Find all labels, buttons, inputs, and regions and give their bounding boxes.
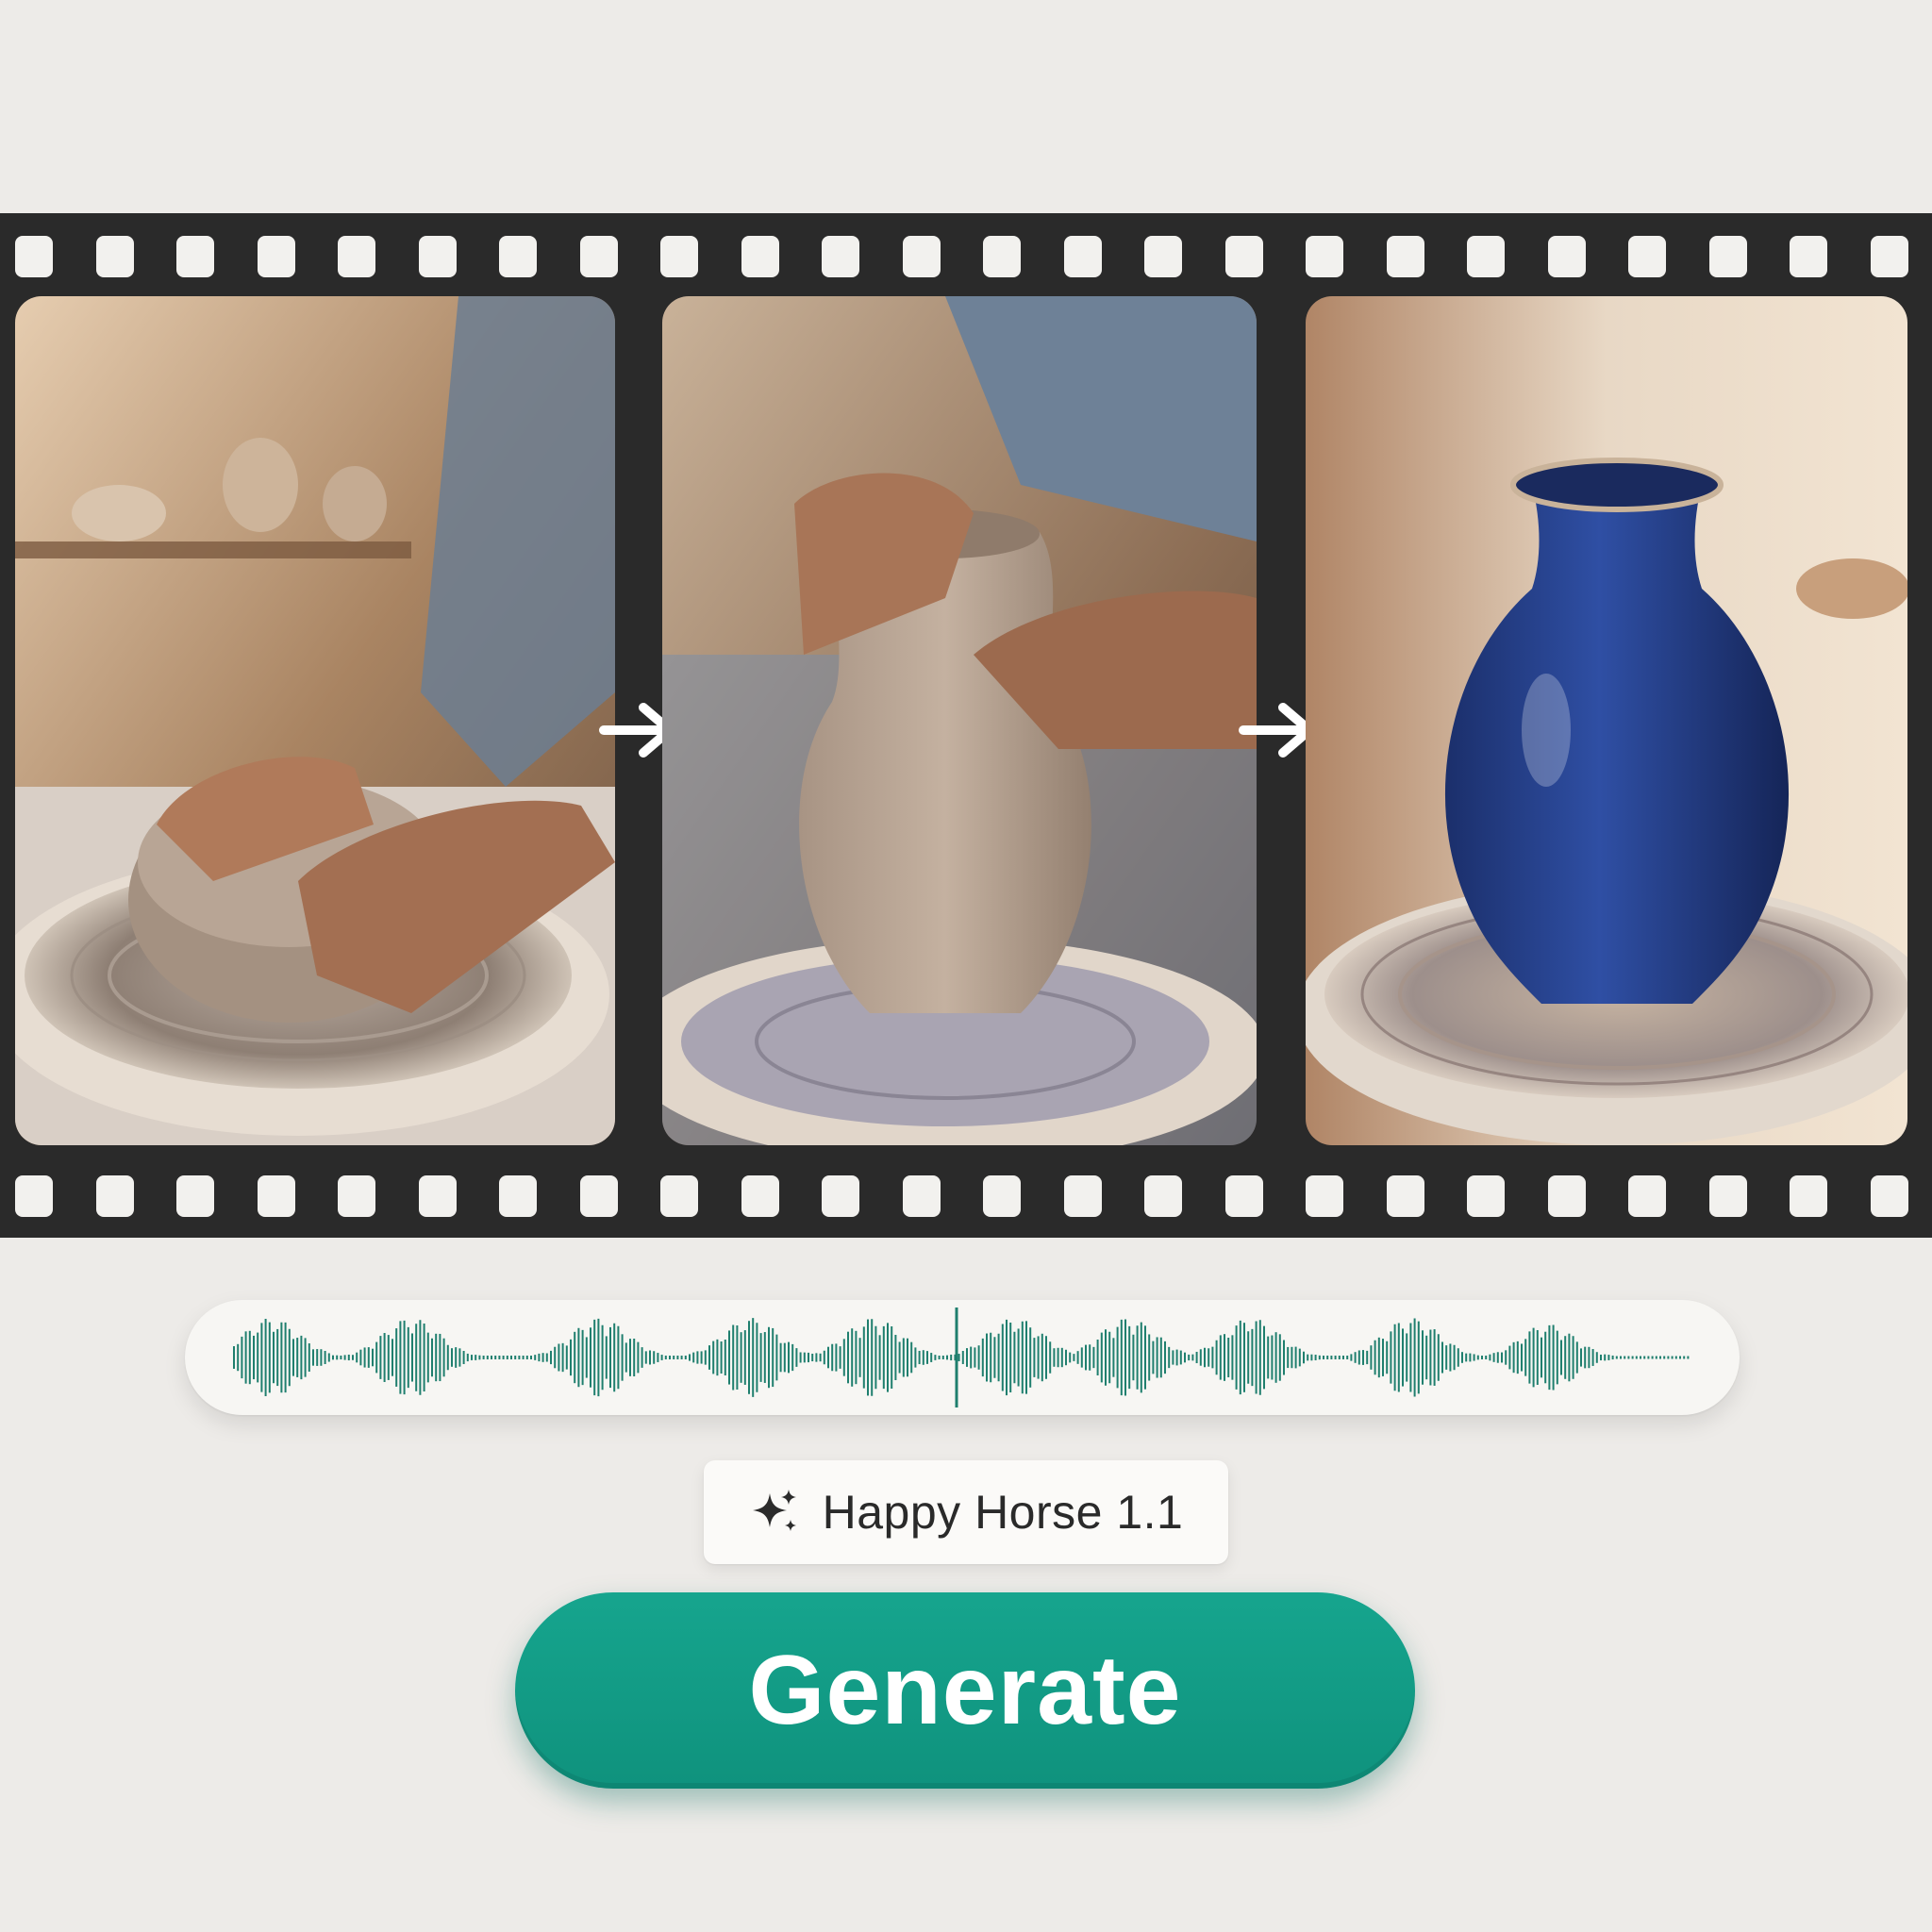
sprocket-hole [660,236,698,277]
sprocket-hole [1547,236,1586,277]
sprocket-hole [1306,236,1343,277]
sprocket-hole [1628,1175,1666,1217]
sprocket-hole [579,236,618,277]
sprocket-hole [176,1175,214,1217]
sprocket-hole [822,236,859,277]
sprocket-hole [1224,236,1263,277]
sprocket-hole [1144,236,1182,277]
model-label: Happy Horse 1.1 [822,1486,1184,1539]
sprocket-hole [95,1175,134,1217]
frame-3-glazed-vase [1306,296,1907,1145]
sprocket-hole [741,236,779,277]
sprocket-hole [418,236,457,277]
potter-centering-clay-image [15,296,615,1145]
model-selector[interactable]: Happy Horse 1.1 [704,1460,1228,1564]
potter-shaping-vase-image [662,296,1257,1145]
filmstrip [0,213,1932,1238]
sprocket-hole [1467,1175,1505,1217]
sprocket-hole [257,1175,295,1217]
sprocket-hole [257,236,295,277]
sprocket-hole [983,236,1021,277]
sprocket-hole [660,1175,698,1217]
sprocket-hole [1063,1175,1102,1217]
sprocket-hole [499,1175,537,1217]
sprocket-hole [1547,1175,1586,1217]
sprocket-holes-top [0,236,1932,283]
sprocket-hole [1870,1175,1908,1217]
sprocket-hole [1628,236,1666,277]
sprocket-hole [499,236,537,277]
sprocket-hole [1870,236,1908,277]
sprocket-hole [1386,236,1424,277]
waveform-icon [233,1307,1690,1407]
glazed-blue-vase-image [1306,296,1907,1145]
sprocket-hole [822,1175,859,1217]
sprocket-hole [741,1175,779,1217]
sprocket-hole [1708,236,1747,277]
sprocket-hole [1063,236,1102,277]
sprocket-hole [579,1175,618,1217]
sprocket-hole [15,236,53,277]
sprocket-hole [95,236,134,277]
sprocket-hole [902,1175,941,1217]
sprocket-holes-bottom [0,1175,1932,1223]
frame-2-shaping-vase [662,296,1257,1145]
sprocket-hole [983,1175,1021,1217]
sprocket-hole [1467,236,1505,277]
sprocket-hole [176,236,214,277]
generate-button[interactable]: Generate [515,1592,1415,1789]
audio-waveform-track[interactable] [185,1300,1740,1415]
frame-1-centering-clay [15,296,615,1145]
sprocket-hole [338,236,375,277]
sprocket-hole [1144,1175,1182,1217]
sprocket-hole [902,236,941,277]
sprocket-hole [15,1175,53,1217]
sprocket-hole [1790,1175,1827,1217]
sprocket-hole [1386,1175,1424,1217]
sprocket-hole [1306,1175,1343,1217]
sprocket-hole [1708,1175,1747,1217]
sprocket-hole [1224,1175,1263,1217]
sprocket-hole [338,1175,375,1217]
sprocket-hole [418,1175,457,1217]
sparkle-icon [752,1490,796,1531]
sprocket-hole [1790,236,1827,277]
